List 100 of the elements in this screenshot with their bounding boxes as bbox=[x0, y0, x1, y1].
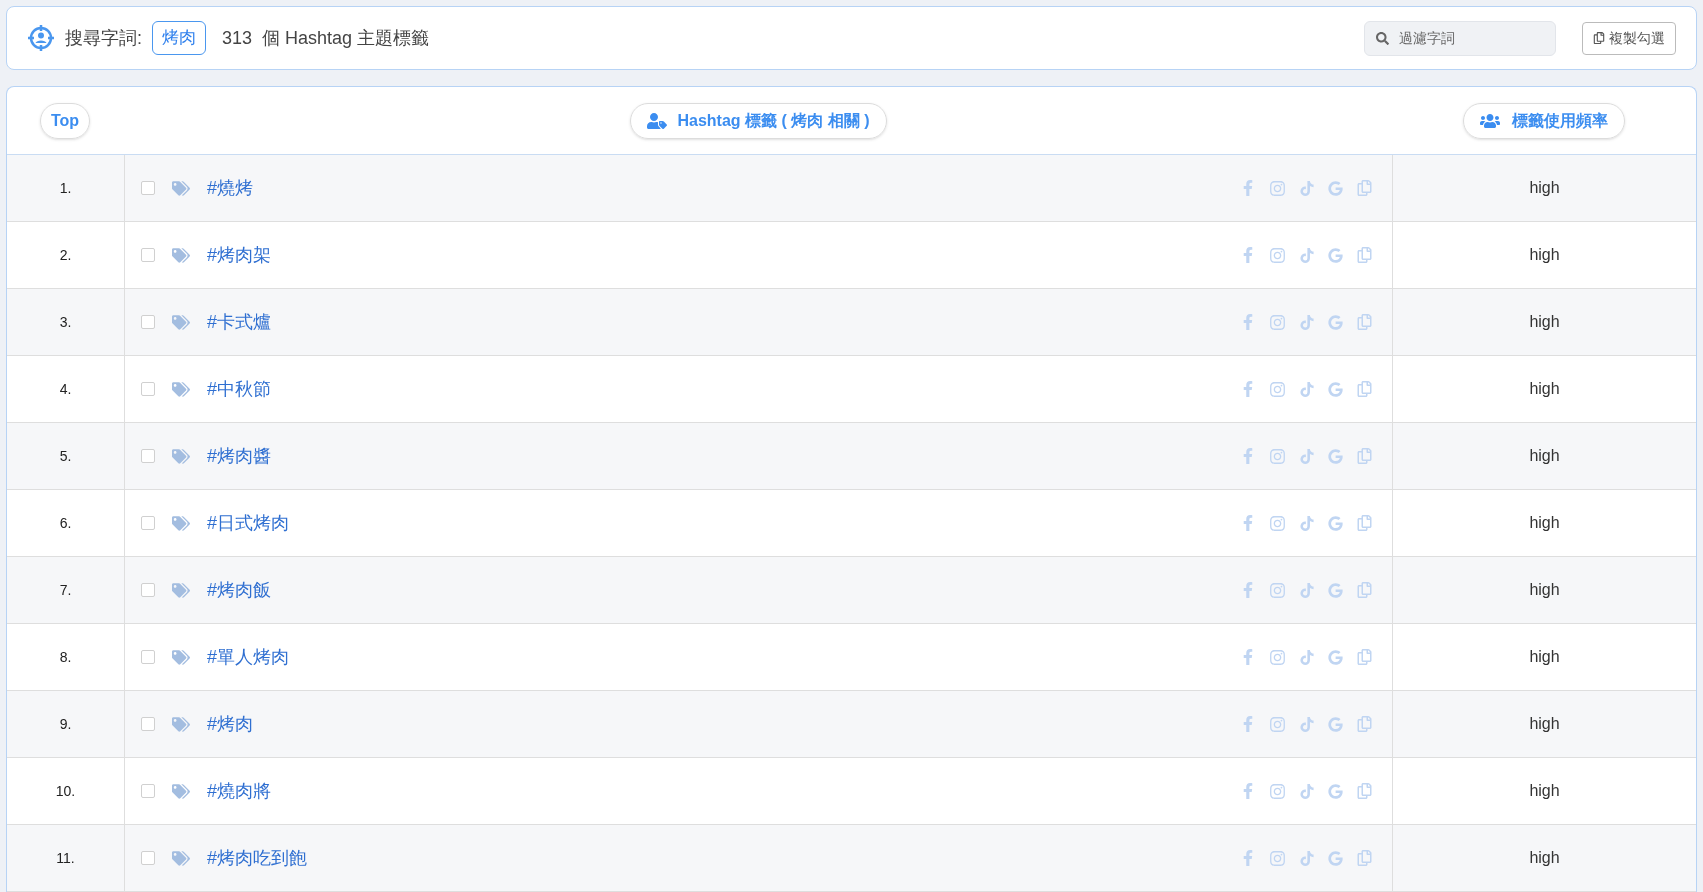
copy-icon[interactable] bbox=[1357, 649, 1372, 665]
hashtag-link[interactable]: #烤肉飯 bbox=[207, 576, 271, 604]
hashtag-link[interactable]: #烤肉吃到飽 bbox=[207, 844, 307, 872]
tiktok-icon[interactable] bbox=[1300, 716, 1314, 732]
facebook-icon[interactable] bbox=[1241, 180, 1255, 196]
facebook-icon[interactable] bbox=[1241, 716, 1255, 732]
tiktok-icon[interactable] bbox=[1300, 314, 1314, 330]
instagram-icon[interactable] bbox=[1269, 715, 1286, 733]
instagram-icon[interactable] bbox=[1269, 246, 1286, 264]
rank-number: 1. bbox=[59, 178, 72, 198]
rank-number: 9. bbox=[59, 714, 72, 734]
hashtag-link[interactable]: #單人烤肉 bbox=[207, 643, 289, 671]
facebook-icon[interactable] bbox=[1241, 314, 1255, 330]
copy-icon[interactable] bbox=[1357, 783, 1372, 799]
search-term-label: 搜尋字詞: bbox=[65, 26, 142, 50]
google-icon[interactable] bbox=[1328, 448, 1343, 464]
tag-icon bbox=[172, 448, 190, 464]
frequency-value: high bbox=[1529, 714, 1560, 734]
rank-number: 10. bbox=[55, 781, 76, 801]
instagram-icon[interactable] bbox=[1269, 648, 1286, 666]
tiktok-icon[interactable] bbox=[1300, 649, 1314, 665]
instagram-icon[interactable] bbox=[1269, 782, 1286, 800]
facebook-icon[interactable] bbox=[1241, 381, 1255, 397]
instagram-icon[interactable] bbox=[1269, 447, 1286, 465]
tag-icon bbox=[172, 582, 190, 598]
google-icon[interactable] bbox=[1328, 247, 1343, 263]
facebook-icon[interactable] bbox=[1241, 649, 1255, 665]
instagram-icon[interactable] bbox=[1269, 313, 1286, 331]
google-icon[interactable] bbox=[1328, 783, 1343, 799]
tiktok-icon[interactable] bbox=[1300, 783, 1314, 799]
hashtag-link[interactable]: #烤肉架 bbox=[207, 241, 271, 269]
copy-icon[interactable] bbox=[1357, 247, 1372, 263]
tiktok-icon[interactable] bbox=[1300, 582, 1314, 598]
google-icon[interactable] bbox=[1328, 515, 1343, 531]
users-icon bbox=[1480, 112, 1500, 129]
copy-icon[interactable] bbox=[1357, 314, 1372, 330]
hashtag-link[interactable]: #烤肉醬 bbox=[207, 442, 271, 470]
select-checkbox[interactable] bbox=[141, 382, 155, 396]
google-icon[interactable] bbox=[1328, 314, 1343, 330]
filter-field[interactable]: 過濾字詞 bbox=[1364, 20, 1556, 56]
google-icon[interactable] bbox=[1328, 381, 1343, 397]
instagram-icon[interactable] bbox=[1269, 581, 1286, 599]
tiktok-icon[interactable] bbox=[1300, 515, 1314, 531]
facebook-icon[interactable] bbox=[1241, 582, 1255, 598]
hashtag-link[interactable]: #日式烤肉 bbox=[207, 509, 289, 537]
rank-number: 4. bbox=[59, 379, 72, 399]
google-icon[interactable] bbox=[1328, 649, 1343, 665]
hashtag-link[interactable]: #烤肉 bbox=[207, 710, 253, 738]
copy-icon[interactable] bbox=[1357, 515, 1372, 531]
select-checkbox[interactable] bbox=[141, 784, 155, 798]
google-icon[interactable] bbox=[1328, 850, 1343, 866]
instagram-icon[interactable] bbox=[1269, 514, 1286, 532]
frequency-value: high bbox=[1529, 781, 1560, 801]
select-checkbox[interactable] bbox=[141, 717, 155, 731]
tiktok-icon[interactable] bbox=[1300, 448, 1314, 464]
select-checkbox[interactable] bbox=[141, 583, 155, 597]
tiktok-icon[interactable] bbox=[1300, 180, 1314, 196]
google-icon[interactable] bbox=[1328, 582, 1343, 598]
instagram-icon[interactable] bbox=[1269, 380, 1286, 398]
google-icon[interactable] bbox=[1328, 716, 1343, 732]
select-checkbox[interactable] bbox=[141, 248, 155, 262]
tiktok-icon[interactable] bbox=[1300, 850, 1314, 866]
select-checkbox[interactable] bbox=[141, 181, 155, 195]
tag-icon bbox=[172, 716, 190, 732]
select-checkbox[interactable] bbox=[141, 315, 155, 329]
instagram-icon[interactable] bbox=[1269, 849, 1286, 867]
facebook-icon[interactable] bbox=[1241, 247, 1255, 263]
select-checkbox[interactable] bbox=[141, 516, 155, 530]
hashtag-link[interactable]: #中秋節 bbox=[207, 375, 271, 403]
facebook-icon[interactable] bbox=[1241, 448, 1255, 464]
facebook-icon[interactable] bbox=[1241, 850, 1255, 866]
facebook-icon[interactable] bbox=[1241, 515, 1255, 531]
rank-number: 7. bbox=[59, 580, 72, 600]
copy-icon[interactable] bbox=[1357, 180, 1372, 196]
keyword-tag: 烤肉 bbox=[152, 21, 206, 55]
search-icon bbox=[1376, 31, 1389, 45]
copy-icon[interactable] bbox=[1357, 582, 1372, 598]
google-icon[interactable] bbox=[1328, 180, 1343, 196]
user-tag-icon bbox=[647, 112, 668, 129]
rank-number: 11. bbox=[56, 848, 75, 868]
tag-icon bbox=[172, 381, 190, 397]
copy-icon[interactable] bbox=[1357, 716, 1372, 732]
rank-number: 2. bbox=[59, 245, 72, 265]
instagram-icon[interactable] bbox=[1269, 179, 1286, 197]
frequency-value: high bbox=[1529, 379, 1560, 399]
select-checkbox[interactable] bbox=[141, 449, 155, 463]
copy-icon[interactable] bbox=[1357, 448, 1372, 464]
copy-selected-button[interactable]: 複製勾選 bbox=[1582, 21, 1676, 55]
select-checkbox[interactable] bbox=[141, 851, 155, 865]
select-checkbox[interactable] bbox=[141, 650, 155, 664]
tiktok-icon[interactable] bbox=[1300, 247, 1314, 263]
frequency-value: high bbox=[1529, 312, 1560, 332]
frequency-value: high bbox=[1529, 446, 1560, 466]
hashtag-link[interactable]: #燒肉將 bbox=[207, 777, 271, 805]
tiktok-icon[interactable] bbox=[1300, 381, 1314, 397]
hashtag-link[interactable]: #卡式爐 bbox=[207, 308, 271, 336]
hashtag-link[interactable]: #燒烤 bbox=[207, 174, 253, 202]
copy-icon[interactable] bbox=[1357, 381, 1372, 397]
facebook-icon[interactable] bbox=[1241, 783, 1255, 799]
copy-icon[interactable] bbox=[1357, 850, 1372, 866]
